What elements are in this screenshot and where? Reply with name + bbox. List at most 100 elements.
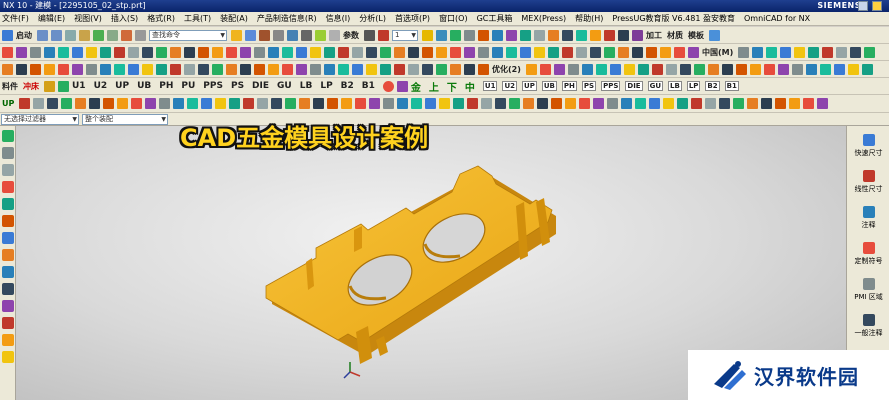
row3-tool-46-icon[interactable]: [679, 63, 691, 75]
row2-tool-40-icon[interactable]: [562, 46, 573, 58]
row2-tool-5-icon[interactable]: [72, 46, 83, 58]
row3-tool-26-icon[interactable]: [366, 63, 377, 75]
row3-tool-58-icon[interactable]: [847, 63, 859, 75]
row3-tool-27-icon[interactable]: [380, 63, 391, 75]
offset-icon[interactable]: [520, 29, 531, 41]
row2-tool-23-icon[interactable]: [324, 46, 335, 58]
row2-tool-34-icon[interactable]: [478, 46, 489, 58]
resource-tab-9-icon[interactable]: [2, 283, 14, 295]
row2-tool-27-icon[interactable]: [380, 46, 391, 58]
temp-icon[interactable]: [396, 80, 408, 92]
row3-tool-29-icon[interactable]: [408, 63, 419, 75]
resource-tab-8-icon[interactable]: [2, 266, 14, 278]
minimize-icon[interactable]: [858, 1, 868, 11]
row5-tool-7-icon[interactable]: [117, 98, 129, 109]
menu-item-8[interactable]: 信息(I): [326, 13, 351, 24]
material-short-button[interactable]: 料件: [2, 81, 18, 92]
row5-tool-21-icon[interactable]: [313, 98, 325, 109]
row5-tool-24-icon[interactable]: [355, 98, 367, 109]
view-icon[interactable]: [245, 29, 256, 41]
row3-tool-52-icon[interactable]: [763, 63, 775, 75]
pmi-tool-1[interactable]: 线性尺寸: [847, 170, 889, 194]
plate-label-b2[interactable]: B2: [341, 81, 354, 91]
menu-item-13[interactable]: MEX(Press): [521, 14, 566, 23]
row3-tool-54-icon[interactable]: [791, 63, 803, 75]
row5-tool-57-icon[interactable]: [817, 98, 829, 109]
row2-tool-17-icon[interactable]: [240, 46, 251, 58]
row2-tool-10-icon[interactable]: [142, 46, 153, 58]
row3-tool-13-icon[interactable]: [184, 63, 195, 75]
row2-tool-41-icon[interactable]: [576, 46, 587, 58]
row5-tool-41-icon[interactable]: [593, 98, 605, 109]
right-plate-label-lb[interactable]: LB: [668, 81, 682, 91]
row5-tool-44-icon[interactable]: [635, 98, 647, 109]
right-plate-label-b2[interactable]: B2: [705, 81, 720, 91]
row2-tool-42-icon[interactable]: [590, 46, 601, 58]
plate-label-u1[interactable]: U1: [72, 81, 86, 91]
resource-tab-10-icon[interactable]: [2, 300, 14, 312]
row5-tool-16-icon[interactable]: [243, 98, 255, 109]
menu-item-1[interactable]: 编辑(E): [38, 13, 65, 24]
menu-item-12[interactable]: GC工具箱: [477, 13, 513, 24]
plate-label-gu[interactable]: GU: [277, 81, 292, 91]
row3-tool-1-icon[interactable]: [16, 63, 27, 75]
row2-tool-35-icon[interactable]: [492, 46, 503, 58]
blend-icon[interactable]: [590, 29, 601, 41]
right-plate-label-ph[interactable]: PH: [561, 81, 577, 91]
row5-tool-2-icon[interactable]: [47, 98, 59, 109]
row5-tool-36-icon[interactable]: [523, 98, 535, 109]
revolve-icon[interactable]: [329, 29, 340, 41]
row5-tool-0-icon[interactable]: [19, 98, 31, 109]
row5-tool-38-icon[interactable]: [551, 98, 563, 109]
row2-tool-20-icon[interactable]: [282, 46, 293, 58]
paste-icon[interactable]: [93, 29, 104, 41]
row2-tool-39-icon[interactable]: [548, 46, 559, 58]
row3-tool-50-icon[interactable]: [735, 63, 747, 75]
row5-tool-30-icon[interactable]: [439, 98, 451, 109]
pmi-tool-5[interactable]: 一般注释: [847, 314, 889, 338]
material-button[interactable]: 材质: [667, 30, 683, 41]
row2-tool-53-icon[interactable]: [780, 46, 792, 58]
layer-select[interactable]: 1: [392, 29, 418, 41]
arrow-label-1[interactable]: 上: [429, 79, 439, 94]
menu-item-6[interactable]: 装配(A): [220, 13, 248, 24]
row3-tool-33-icon[interactable]: [464, 63, 475, 75]
menu-item-3[interactable]: 插入(S): [111, 13, 138, 24]
extrude-icon[interactable]: [315, 29, 326, 41]
row5-tool-18-icon[interactable]: [271, 98, 283, 109]
row3-tool-20-icon[interactable]: [282, 63, 293, 75]
menu-item-10[interactable]: 首选项(P): [395, 13, 430, 24]
row5-tool-27-icon[interactable]: [397, 98, 409, 109]
row5-tool-15-icon[interactable]: [229, 98, 241, 109]
row2-tool-7-icon[interactable]: [100, 46, 111, 58]
plate-label-ub[interactable]: UB: [137, 81, 151, 91]
resource-tab-3-icon[interactable]: [2, 181, 14, 193]
row2-tool-22-icon[interactable]: [310, 46, 321, 58]
row3-tool-48-icon[interactable]: [707, 63, 719, 75]
arrow-label-2[interactable]: 下: [447, 79, 457, 94]
copy-icon[interactable]: [79, 29, 90, 41]
resource-tab-12-icon[interactable]: [2, 334, 14, 346]
plate-label-die[interactable]: DIE: [252, 81, 269, 91]
redo-icon[interactable]: [51, 29, 62, 41]
menu-item-4[interactable]: 格式(R): [147, 13, 175, 24]
delete-icon[interactable]: [107, 29, 118, 41]
right-plate-label-lp[interactable]: LP: [686, 81, 701, 91]
row2-tool-11-icon[interactable]: [156, 46, 167, 58]
row5-tool-4-icon[interactable]: [75, 98, 87, 109]
row5-tool-55-icon[interactable]: [789, 98, 801, 109]
right-plate-label-ub[interactable]: UB: [541, 81, 557, 91]
arrow-label-3[interactable]: 中: [465, 79, 475, 94]
show-icon[interactable]: [450, 29, 461, 41]
row3-tool-17-icon[interactable]: [240, 63, 251, 75]
row5-tool-9-icon[interactable]: [145, 98, 157, 109]
row5-tool-48-icon[interactable]: [691, 98, 703, 109]
row3-tool-9-icon[interactable]: [128, 63, 139, 75]
row2-tool-54-icon[interactable]: [794, 46, 806, 58]
row3-tool-41-icon[interactable]: [609, 63, 621, 75]
row3-tool-38-icon[interactable]: [567, 63, 579, 75]
machining-button[interactable]: 加工: [646, 30, 662, 41]
row5-tool-23-icon[interactable]: [341, 98, 353, 109]
plate-label-lp[interactable]: LP: [320, 81, 332, 91]
menu-item-7[interactable]: 产品制造信息(R): [257, 13, 317, 24]
